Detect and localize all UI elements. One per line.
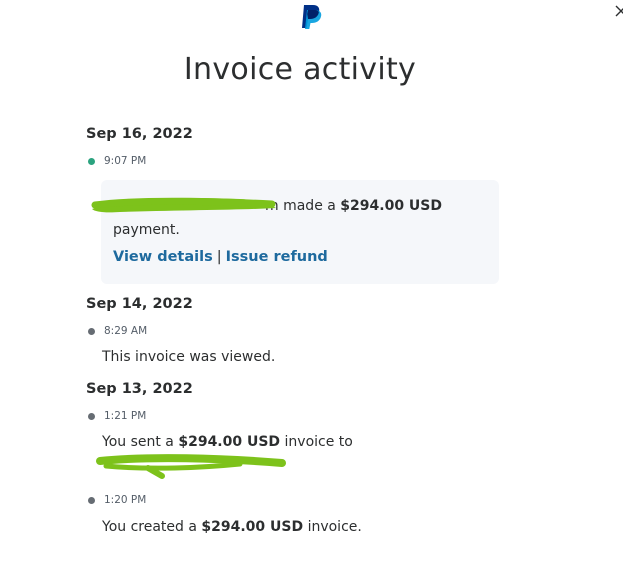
payment-message-tail: payment. xyxy=(113,222,180,238)
link-separator: | xyxy=(216,249,222,265)
event-date: Sep 16, 2022 xyxy=(86,126,193,142)
event-date: Sep 14, 2022 xyxy=(86,296,193,312)
invoice-amount: $294.00 USD xyxy=(201,519,304,535)
event-message: You sent a $294.00 USD invoice to xyxy=(102,430,353,454)
page-title: Invoice activity xyxy=(183,52,417,87)
message-suffix: invoice to xyxy=(284,434,353,450)
event-message: This invoice was viewed. xyxy=(102,349,276,365)
payment-actions: View details | Issue refund xyxy=(113,249,328,265)
payment-amount: $294.00 USD xyxy=(340,198,443,214)
status-dot xyxy=(88,497,95,504)
issue-refund-link[interactable]: Issue refund xyxy=(226,249,328,265)
message-prefix: You sent a xyxy=(102,434,174,450)
event-time: 1:21 PM xyxy=(104,410,147,422)
event-time: 9:07 PM xyxy=(104,155,147,167)
status-dot xyxy=(88,158,95,165)
payment-card: m made a $294.00 USD payment. View detai… xyxy=(101,180,499,284)
close-icon[interactable] xyxy=(614,4,623,18)
invoice-amount: $294.00 USD xyxy=(178,434,281,450)
view-details-link[interactable]: View details xyxy=(113,249,213,265)
event-date: Sep 13, 2022 xyxy=(86,381,193,397)
payer-fragment: m made a xyxy=(265,198,336,214)
event-message: You created a $294.00 USD invoice. xyxy=(102,515,362,539)
message-prefix: You created a xyxy=(102,519,197,535)
status-dot xyxy=(88,328,95,335)
status-dot xyxy=(88,413,95,420)
paypal-logo-icon xyxy=(302,5,322,29)
event-time: 1:20 PM xyxy=(104,494,147,506)
event-time: 8:29 AM xyxy=(104,325,148,337)
payment-message: m made a $294.00 USD xyxy=(113,194,442,218)
message-suffix: invoice. xyxy=(307,519,362,535)
